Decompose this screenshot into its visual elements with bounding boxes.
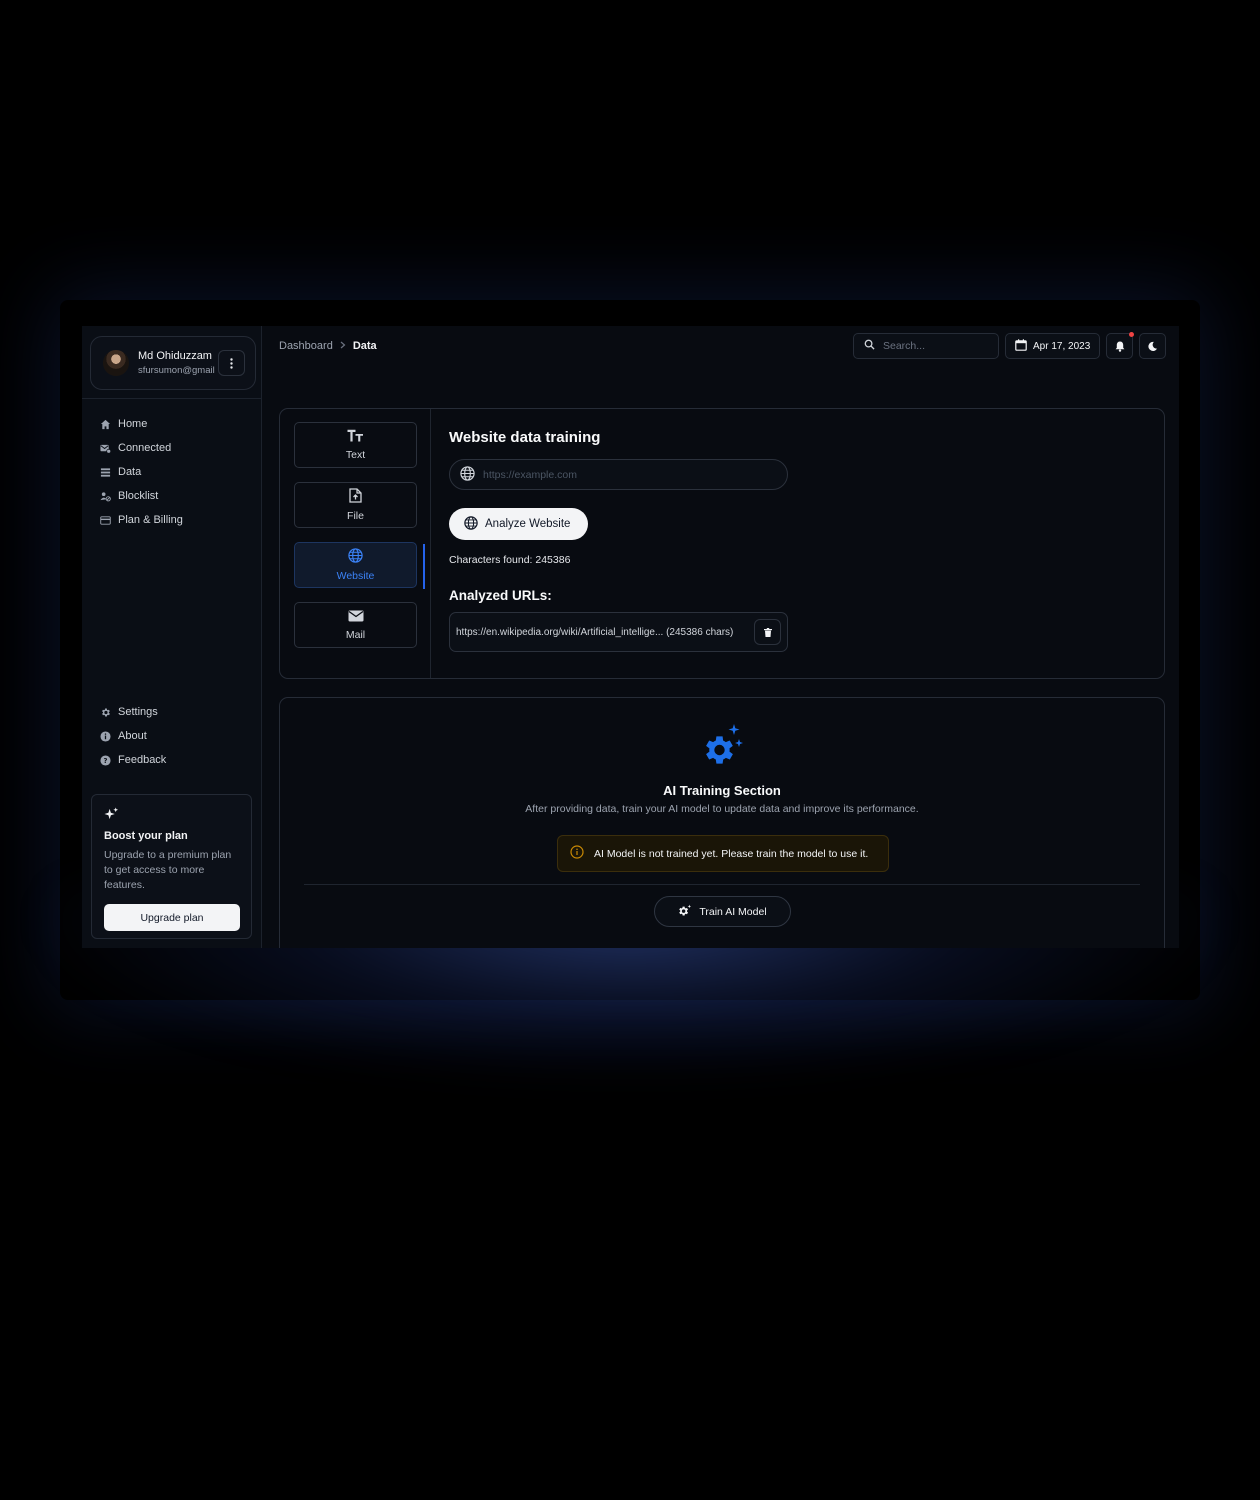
tab-label: Website bbox=[336, 570, 375, 582]
ai-training-title: AI Training Section bbox=[663, 783, 781, 798]
section-title: Website data training bbox=[449, 429, 601, 446]
boost-plan-card: Boost your plan Upgrade to a premium pla… bbox=[91, 794, 252, 939]
blocklist-icon bbox=[100, 491, 111, 502]
profile-email: sfursumon@gmail bbox=[138, 365, 215, 376]
sidebar-item-blocklist[interactable]: Blocklist bbox=[82, 484, 261, 508]
sidebar-item-label: Home bbox=[118, 418, 148, 430]
moon-icon bbox=[1148, 341, 1158, 351]
sidebar-item-about[interactable]: About bbox=[82, 724, 261, 748]
chevron-right-icon bbox=[340, 341, 346, 352]
profile-text: Md Ohiduzzam sfursumon@gmail bbox=[138, 350, 218, 376]
search-input[interactable]: Search... bbox=[853, 333, 999, 359]
globe-icon bbox=[348, 548, 363, 566]
gear-sparkles-icon bbox=[706, 724, 743, 764]
boost-title: Boost your plan bbox=[104, 830, 188, 842]
profile-name: Md Ohiduzzam bbox=[138, 350, 212, 362]
sidebar-item-label: Blocklist bbox=[118, 490, 159, 502]
trash-icon bbox=[763, 627, 772, 637]
sparkles-icon bbox=[104, 807, 119, 820]
sidebar-nav-main: Home Connected Data Blocklist Plan & Bil… bbox=[82, 412, 261, 532]
date-picker-button[interactable]: Apr 17, 2023 bbox=[1005, 333, 1100, 359]
home-icon bbox=[100, 419, 111, 430]
avatar bbox=[103, 350, 129, 376]
main-content: Dashboard Data Search... Apr 17, 2023 Te… bbox=[262, 326, 1179, 948]
file-upload-icon bbox=[349, 488, 362, 506]
website-training-panel: Website data training https://example.co… bbox=[431, 409, 1164, 678]
sidebar-divider bbox=[82, 398, 261, 399]
data-source-tabs: Text File Website Mail bbox=[280, 409, 431, 678]
notification-dot bbox=[1129, 332, 1134, 337]
tab-mail[interactable]: Mail bbox=[294, 602, 417, 648]
sidebar-item-connected[interactable]: Connected bbox=[82, 436, 261, 460]
svg-text:?: ? bbox=[104, 756, 108, 764]
tab-text[interactable]: Text bbox=[294, 422, 417, 468]
info-icon bbox=[100, 730, 111, 742]
app-window: Md Ohiduzzam sfursumon@gmail Home Connec… bbox=[82, 326, 1179, 948]
ai-training-description: After providing data, train your AI mode… bbox=[525, 803, 919, 815]
calendar-icon bbox=[1015, 338, 1027, 354]
untrained-warning-alert: AI Model is not trained yet. Please trai… bbox=[557, 835, 889, 872]
help-icon: ? bbox=[100, 754, 111, 766]
sidebar-item-label: Settings bbox=[118, 706, 158, 718]
url-placeholder: https://example.com bbox=[483, 468, 577, 481]
section-divider bbox=[304, 884, 1140, 885]
train-button-label: Train AI Model bbox=[699, 905, 767, 918]
billing-icon bbox=[100, 515, 111, 526]
sidebar-item-label: Connected bbox=[118, 442, 172, 454]
sidebar-item-plan-billing[interactable]: Plan & Billing bbox=[82, 508, 261, 532]
analyzed-url-row: https://en.wikipedia.org/wiki/Artificial… bbox=[449, 612, 788, 652]
warning-text: AI Model is not trained yet. Please trai… bbox=[594, 847, 869, 860]
breadcrumb-dashboard[interactable]: Dashboard bbox=[279, 340, 333, 352]
globe-icon bbox=[460, 465, 475, 484]
analyze-website-button[interactable]: Analyze Website bbox=[449, 508, 588, 540]
sidebar-item-home[interactable]: Home bbox=[82, 412, 261, 436]
analyze-button-label: Analyze Website bbox=[485, 518, 571, 530]
data-source-card: Text File Website Mail Website data trai… bbox=[279, 408, 1165, 679]
bell-icon bbox=[1115, 341, 1124, 352]
sidebar-item-label: About bbox=[118, 730, 147, 742]
notifications-button[interactable] bbox=[1106, 332, 1134, 359]
gear-sparkles-icon bbox=[678, 904, 692, 920]
gear-icon bbox=[100, 707, 111, 718]
profile-menu-button[interactable] bbox=[218, 350, 245, 376]
theme-toggle-button[interactable] bbox=[1139, 333, 1166, 359]
sidebar: Md Ohiduzzam sfursumon@gmail Home Connec… bbox=[82, 326, 262, 948]
train-ai-model-button[interactable]: Train AI Model bbox=[654, 896, 791, 927]
sidebar-item-data[interactable]: Data bbox=[82, 460, 261, 484]
data-icon bbox=[100, 467, 111, 478]
search-placeholder: Search... bbox=[883, 340, 926, 352]
sidebar-item-feedback[interactable]: ? Feedback bbox=[82, 748, 261, 772]
profile-card[interactable]: Md Ohiduzzam sfursumon@gmail bbox=[90, 336, 256, 390]
sidebar-item-settings[interactable]: Settings bbox=[82, 700, 261, 724]
tab-file[interactable]: File bbox=[294, 482, 417, 528]
kebab-icon bbox=[230, 357, 233, 369]
analyzed-urls-title: Analyzed URLs: bbox=[449, 588, 552, 603]
boost-description: Upgrade to a premium plan to get access … bbox=[104, 849, 232, 891]
mail-icon bbox=[348, 610, 364, 625]
connected-icon bbox=[100, 443, 111, 454]
warning-info-icon bbox=[570, 845, 584, 862]
date-label: Apr 17, 2023 bbox=[1033, 340, 1091, 352]
sidebar-item-label: Data bbox=[118, 466, 142, 478]
upgrade-plan-button[interactable]: Upgrade plan bbox=[104, 904, 240, 931]
tab-label: File bbox=[347, 510, 364, 522]
tab-label: Text bbox=[345, 449, 366, 461]
analyzed-url-text: https://en.wikipedia.org/wiki/Artificial… bbox=[456, 626, 734, 638]
sidebar-nav-secondary: Settings About ? Feedback bbox=[82, 700, 261, 772]
search-icon bbox=[864, 339, 875, 353]
breadcrumb-current: Data bbox=[352, 340, 377, 352]
sidebar-item-label: Plan & Billing bbox=[118, 514, 183, 526]
tab-label: Mail bbox=[345, 628, 366, 641]
breadcrumb: Dashboard Data bbox=[279, 340, 377, 352]
characters-found: Characters found: 245386 bbox=[449, 554, 571, 566]
globe-icon bbox=[464, 515, 478, 533]
active-tab-indicator bbox=[423, 544, 425, 589]
delete-url-button[interactable] bbox=[754, 619, 781, 645]
text-icon bbox=[347, 429, 364, 445]
ai-training-card: AI Training Section After providing data… bbox=[279, 697, 1165, 948]
tab-website[interactable]: Website bbox=[294, 542, 417, 588]
url-input[interactable]: https://example.com bbox=[449, 459, 788, 490]
sidebar-item-label: Feedback bbox=[118, 754, 167, 766]
